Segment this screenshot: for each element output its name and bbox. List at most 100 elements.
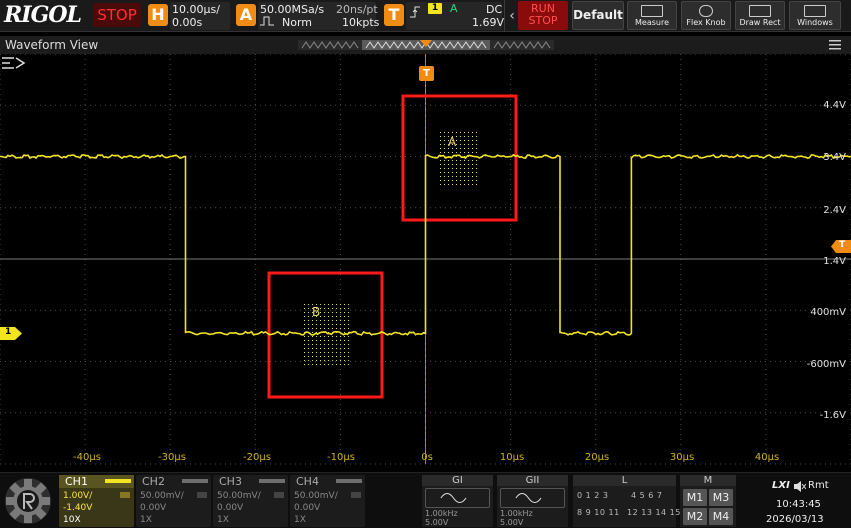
run-stop-button[interactable]: RUN STOP xyxy=(518,1,568,30)
zone-b-dot xyxy=(304,324,305,325)
zone-b-dot xyxy=(308,360,309,361)
logic-analyzer-block[interactable]: L 0 1 2 3 4 5 6 7 8 9 10 11 12 13 14 15 xyxy=(573,475,680,527)
zone-a-dot xyxy=(464,160,465,161)
waveform-plot-area[interactable]: 4.4V 3.4V 2.4V 1.4V 400mV -600mV -1.6V -… xyxy=(0,54,851,472)
zoom-icon[interactable] xyxy=(0,54,26,72)
zone-b-dot xyxy=(332,328,333,329)
channel-3-block[interactable]: CH3 50.00mV/ 0.00V 1X xyxy=(213,475,288,527)
acquire-info[interactable]: 50.00MSa/s Norm 20ns/pt 10kpts xyxy=(258,2,379,30)
zone-b-dot xyxy=(316,328,317,329)
zone-b-dot xyxy=(348,304,349,305)
draw-rect-button[interactable]: Draw Rect xyxy=(735,1,785,30)
channel-3-bw-icon xyxy=(274,492,284,498)
zone-b-dot xyxy=(336,304,337,305)
zone-b-dot xyxy=(336,364,337,365)
zone-b-dot xyxy=(304,336,305,337)
zone-a-dot xyxy=(476,184,477,185)
trigger-badge[interactable]: T xyxy=(384,4,404,26)
trigger-level-marker[interactable]: T xyxy=(831,240,851,253)
zone-b-dot xyxy=(348,316,349,317)
math-block[interactable]: M M1 M3 M2 M4 xyxy=(680,475,736,527)
zone-b-dot xyxy=(316,360,317,361)
speaker-muted-icon[interactable] xyxy=(794,481,806,492)
zone-b-dot xyxy=(344,332,345,333)
zone-a-dot xyxy=(456,184,457,185)
trigger-level-value: 1.69V xyxy=(472,16,505,29)
acquire-mode-icon xyxy=(260,16,274,29)
channel-2-probe: 1X xyxy=(140,515,152,525)
zone-b-dot xyxy=(340,304,341,305)
horizontal-offset-value: 0.00s xyxy=(172,16,203,29)
zone-b-dot xyxy=(320,364,321,365)
generator-1-block[interactable]: GI 1.00kHz 5.00V xyxy=(422,475,493,527)
hamburger-menu-icon[interactable] xyxy=(829,40,841,50)
channel-1-name: CH1 xyxy=(65,475,88,488)
time-label: 40µs xyxy=(754,452,780,463)
channel-4-name: CH4 xyxy=(296,475,319,488)
horizontal-badge[interactable]: H xyxy=(148,4,168,26)
memory-position-bar[interactable] xyxy=(298,40,554,50)
measure-button[interactable]: Measure xyxy=(627,1,677,30)
oscilloscope-screen: RIGOL STOP H 10.00µs/ 0.00s A 50.00MSa/s… xyxy=(0,0,851,528)
channel-1-block[interactable]: CH1 1.00V/ -1.40V 10X xyxy=(59,475,134,527)
trigger-source-badge: 1 xyxy=(428,3,442,14)
channel-4-scale: 50.00mV/ xyxy=(294,491,338,501)
home-gear-icon[interactable] xyxy=(3,476,53,526)
math-m1-button[interactable]: M1 xyxy=(683,489,707,506)
chevron-left-icon[interactable]: ‹ xyxy=(506,6,518,26)
bottom-bar: CH1 1.00V/ -1.40V 10X CH2 50.00mV/ 0.00V… xyxy=(0,472,851,528)
zone-b-dot xyxy=(348,312,349,313)
zone-b-dot xyxy=(308,352,309,353)
channel1-offset-marker[interactable]: 1 xyxy=(0,327,22,340)
zone-a-dot xyxy=(468,172,469,173)
zone-a-dot xyxy=(448,168,449,169)
logic-channels-row2: 8 9 10 11 xyxy=(577,508,620,517)
zone-a-dot xyxy=(472,184,473,185)
math-m4-button[interactable]: M4 xyxy=(709,508,733,525)
windows-button[interactable]: Windows xyxy=(789,1,841,30)
time-label: 20µs xyxy=(584,452,610,463)
zone-a-dot xyxy=(456,172,457,173)
zone-b-dot xyxy=(328,320,329,321)
channel-2-block[interactable]: CH2 50.00mV/ 0.00V 1X xyxy=(136,475,211,527)
default-button[interactable]: Default xyxy=(572,1,624,30)
zone-b-dot xyxy=(328,356,329,357)
trigger-position-marker[interactable]: T xyxy=(419,66,434,81)
zone-b-dot xyxy=(312,344,313,345)
zone-a-dot xyxy=(468,148,469,149)
channel-4-block[interactable]: CH4 50.00mV/ 0.00V 1X xyxy=(290,475,365,527)
math-m2-button[interactable]: M2 xyxy=(683,508,707,525)
time-label: -40µs xyxy=(73,452,101,463)
zone-b-dot xyxy=(332,356,333,357)
math-m3-button[interactable]: M3 xyxy=(709,489,733,506)
flex-knob-button[interactable]: Flex Knob xyxy=(681,1,731,30)
zone-b-dot xyxy=(340,352,341,353)
zone-a-dot xyxy=(460,152,461,153)
zone-b-dot xyxy=(328,352,329,353)
zone-a-dot xyxy=(460,164,461,165)
zone-b-dot xyxy=(304,344,305,345)
generator-2-block[interactable]: GII 1.00kHz 5.00V xyxy=(497,475,568,527)
zone-a-dot xyxy=(440,184,441,185)
horizontal-info[interactable]: 10.00µs/ 0.00s xyxy=(170,2,230,30)
zone-a-dot xyxy=(472,172,473,173)
waveform-view-title: Waveform View xyxy=(5,38,99,52)
generator-1-amplitude: 5.00V xyxy=(425,518,449,527)
zone-a-dot xyxy=(452,152,453,153)
zone-b-dot xyxy=(328,344,329,345)
toolbar-separator xyxy=(504,0,505,32)
zone-b-dot xyxy=(332,336,333,337)
trigger-info[interactable]: 1 A DC 1.69V xyxy=(406,2,505,30)
zone-b-dot xyxy=(308,336,309,337)
acquire-badge[interactable]: A xyxy=(236,4,256,26)
zone-a-dot xyxy=(460,136,461,137)
zone-b-dot xyxy=(348,360,349,361)
zone-a-dot xyxy=(476,172,477,173)
zone-b-dot xyxy=(344,348,345,349)
zone-b-dot xyxy=(320,320,321,321)
voltage-label: 4.4V xyxy=(823,100,846,111)
run-status-indicator[interactable]: STOP xyxy=(93,3,141,27)
flex-knob-label: Flex Knob xyxy=(686,18,726,27)
zone-b-dot xyxy=(340,328,341,329)
zone-b-dot xyxy=(316,336,317,337)
